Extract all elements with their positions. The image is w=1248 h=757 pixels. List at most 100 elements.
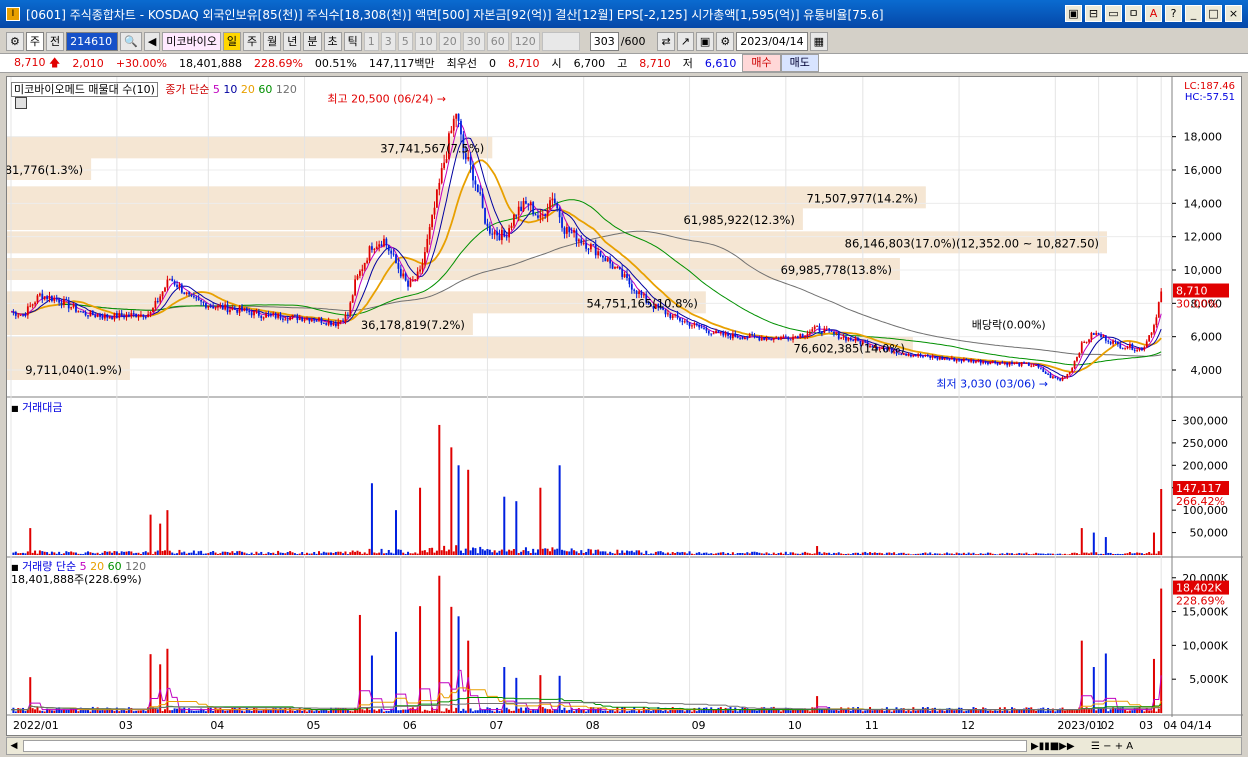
font-button[interactable]: A bbox=[1145, 5, 1162, 22]
period-year[interactable]: 년 bbox=[283, 31, 302, 51]
interval-5[interactable]: 5 bbox=[397, 31, 413, 51]
amount-bar bbox=[248, 554, 251, 555]
date-input[interactable]: 2023/04/14 bbox=[736, 31, 808, 51]
amount-bar bbox=[1049, 553, 1052, 555]
settings-icon[interactable]: ⚙ bbox=[716, 31, 735, 51]
amount-bar bbox=[1100, 553, 1103, 555]
candle-body bbox=[837, 332, 840, 339]
amount-bar bbox=[1047, 553, 1050, 555]
interval-10[interactable]: 10 bbox=[414, 31, 437, 51]
period-week[interactable]: 주 bbox=[243, 31, 262, 51]
help-button[interactable]: ? bbox=[1165, 5, 1182, 22]
volume-bar bbox=[125, 710, 128, 713]
amount-bar bbox=[924, 552, 927, 555]
amount-bar bbox=[450, 447, 453, 555]
volume-bar bbox=[503, 667, 506, 713]
amount-bar bbox=[407, 551, 410, 555]
layout-button[interactable]: ⊟ bbox=[1085, 5, 1102, 22]
y-tick-label: 14,000 bbox=[1184, 197, 1223, 210]
stock-name[interactable]: 미코바이오 bbox=[162, 31, 221, 51]
candle-body bbox=[1141, 348, 1143, 350]
volume-bar bbox=[1027, 707, 1030, 713]
candle-body bbox=[965, 358, 968, 360]
candle-body bbox=[1064, 377, 1066, 379]
count-input[interactable]: 303 bbox=[589, 31, 619, 51]
screen-button[interactable]: ㅁ bbox=[1125, 5, 1142, 22]
interval-20[interactable]: 20 bbox=[438, 31, 461, 51]
amount-bar bbox=[731, 552, 734, 555]
candle-body bbox=[503, 229, 506, 237]
volume-bar bbox=[132, 711, 135, 713]
candle-body bbox=[484, 207, 486, 224]
candle-body bbox=[1018, 362, 1021, 366]
candle-body bbox=[1116, 341, 1119, 345]
window-button[interactable]: ▭ bbox=[1105, 5, 1122, 22]
volume-bar bbox=[780, 711, 782, 713]
amount-bar bbox=[895, 554, 898, 555]
candle-body bbox=[1049, 373, 1052, 378]
interval-60[interactable]: 60 bbox=[486, 31, 509, 51]
scroll-track[interactable] bbox=[23, 740, 1027, 752]
period-second[interactable]: 초 bbox=[323, 31, 342, 51]
candle-body bbox=[308, 318, 311, 322]
volume-bar bbox=[601, 710, 604, 713]
volume-pct-label: 228.69% bbox=[1176, 595, 1225, 608]
amount-bar bbox=[512, 549, 515, 555]
chart-icon[interactable]: ↗ bbox=[676, 31, 694, 51]
save-icon[interactable]: ▣ bbox=[695, 31, 715, 51]
period-day[interactable]: 일 bbox=[222, 31, 242, 51]
period-minute[interactable]: 분 bbox=[303, 31, 322, 51]
period-month[interactable]: 월 bbox=[263, 31, 282, 51]
compare-icon[interactable]: ⇄ bbox=[657, 31, 675, 51]
amount-bar bbox=[741, 553, 744, 555]
interval-120[interactable]: 120 bbox=[510, 31, 540, 51]
zoom-controls[interactable]: ☰ − + A bbox=[1091, 741, 1241, 752]
x-tick-label: 05 bbox=[307, 719, 321, 732]
buy-button[interactable]: 매수 bbox=[742, 54, 781, 72]
stock-chart[interactable]: 4,0006,0008,00010,00012,00014,00016,0001… bbox=[7, 77, 1243, 737]
amount-bar bbox=[496, 552, 499, 555]
search-icon[interactable]: 🔍 bbox=[120, 31, 142, 51]
volume-bar bbox=[139, 710, 142, 713]
market-select[interactable]: 주 bbox=[25, 31, 44, 51]
amount-bar bbox=[164, 550, 166, 555]
horizontal-scrollbar[interactable]: ◀ ▶▮▮■▶▶ ☰ − + A bbox=[6, 737, 1242, 755]
candle-body bbox=[99, 314, 101, 317]
amount-bar bbox=[1035, 552, 1038, 555]
amount-bar bbox=[214, 552, 217, 555]
amount-bar bbox=[257, 553, 260, 555]
candle-body bbox=[217, 305, 219, 308]
playback-controls[interactable]: ▶▮▮■▶▶ bbox=[1031, 741, 1091, 752]
chart-area[interactable]: 4,000 6,000 8,000 10,000 12,000 14,000 16,000 1… bbox=[6, 76, 1243, 737]
candle-body bbox=[1102, 335, 1105, 337]
period-tick[interactable]: 틱 bbox=[343, 31, 362, 51]
tool-icon[interactable]: ⚙ bbox=[6, 31, 24, 51]
amount-bar bbox=[467, 469, 470, 555]
sell-button[interactable]: 매도 bbox=[780, 54, 819, 72]
scroll-left-icon[interactable]: ◀ bbox=[7, 741, 21, 751]
maximize-button[interactable]: □ bbox=[1205, 5, 1222, 22]
amount-bar bbox=[825, 552, 828, 555]
minimize-button[interactable]: _ bbox=[1185, 5, 1202, 22]
volume-bar bbox=[243, 711, 246, 713]
amount-bar bbox=[551, 547, 554, 555]
speaker-icon[interactable]: ◀ bbox=[143, 31, 161, 51]
candle-body bbox=[693, 323, 696, 326]
volume-bar bbox=[1157, 708, 1160, 713]
volume-bar bbox=[974, 708, 977, 713]
stock-code-input[interactable]: 214610 bbox=[66, 31, 119, 51]
interval-3[interactable]: 3 bbox=[380, 31, 396, 51]
amount-bar bbox=[293, 553, 296, 555]
volume-bar bbox=[998, 707, 1001, 713]
link-button[interactable]: ▣ bbox=[1065, 5, 1082, 22]
amount-bar bbox=[380, 548, 383, 555]
up-arrow-icon: 🡅 bbox=[49, 55, 61, 69]
grid-icon[interactable] bbox=[15, 97, 27, 109]
interval-30[interactable]: 30 bbox=[462, 31, 485, 51]
all-button[interactable]: 전 bbox=[46, 31, 65, 51]
calendar-icon[interactable]: ▦ bbox=[809, 31, 829, 51]
interval-custom[interactable] bbox=[541, 31, 580, 51]
volume-bar bbox=[224, 710, 227, 713]
close-button[interactable]: × bbox=[1225, 5, 1242, 22]
interval-1[interactable]: 1 bbox=[363, 31, 379, 51]
